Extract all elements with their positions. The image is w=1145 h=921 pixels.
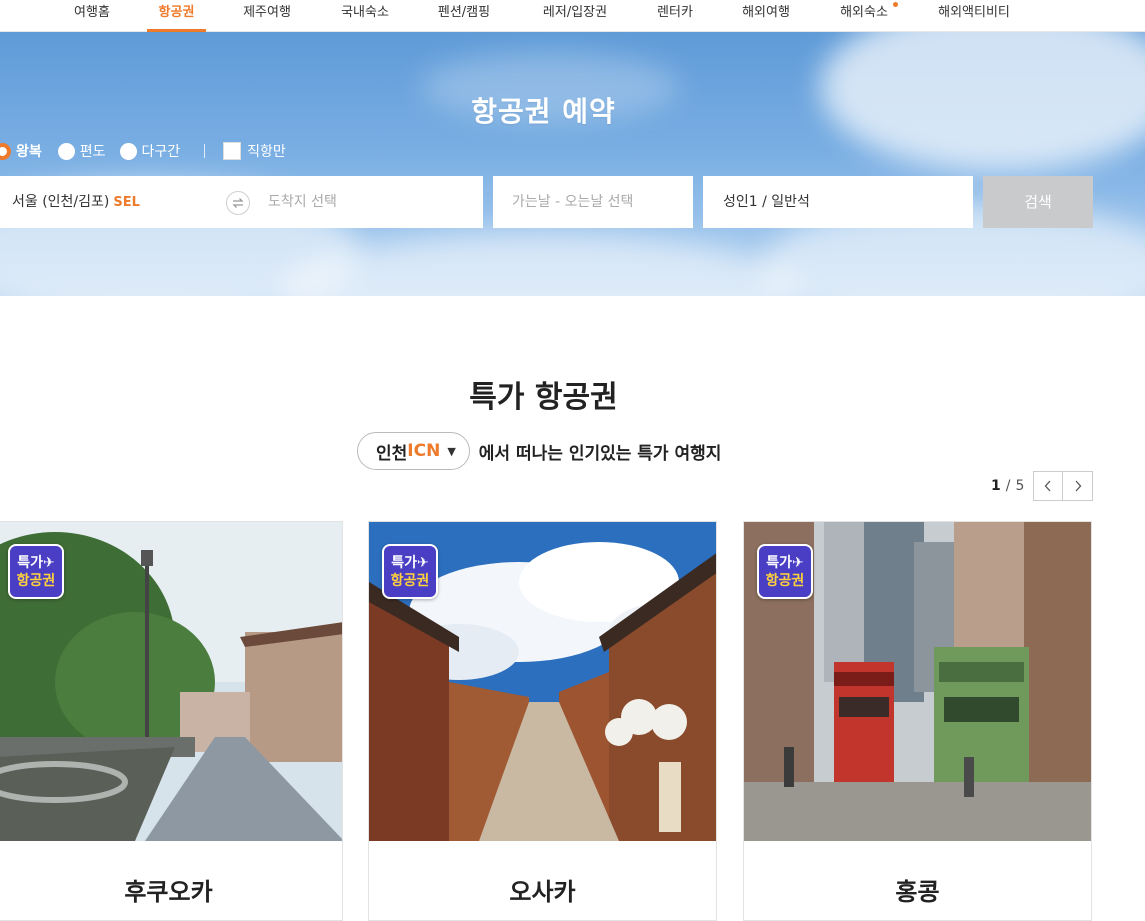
special-deal-badge: 특가✈ 항공권 — [382, 544, 438, 599]
pager-current: 1 — [991, 478, 1001, 494]
chevron-left-icon[interactable] — [1034, 472, 1064, 500]
destination-photo: 특가✈ 항공권 — [0, 522, 342, 841]
caret-down-icon: ▼ — [447, 444, 456, 458]
special-deal-badge: 특가✈ 항공권 — [757, 544, 813, 599]
trip-type-oneway-label: 편도 — [79, 144, 106, 160]
trip-type-oneway[interactable]: 편도 — [57, 141, 106, 161]
chevron-right-icon[interactable] — [1063, 472, 1092, 500]
destination-photo: 특가✈ 항공권 — [744, 522, 1091, 841]
pager-total: 5 — [1015, 478, 1025, 494]
deals-subtitle: 에서 떠나는 인기있는 특가 여행지 — [478, 443, 722, 464]
origin-field[interactable]: 서울 (인천/김포) SEL — [12, 194, 140, 210]
deals-title: 특가 항공권 — [469, 380, 618, 415]
badge-line2: 항공권 — [765, 573, 805, 589]
pager-arrows — [1033, 471, 1093, 501]
nav-item-travel-home[interactable]: 여행홈 — [66, 0, 118, 32]
nav-item-leisure-tickets[interactable]: 레저/입장권 — [537, 0, 613, 32]
pager-count: 1 / 5 — [991, 471, 1024, 501]
deal-card-fukuoka[interactable]: 특가✈ 항공권 후쿠오카 — [0, 521, 343, 921]
radio-icon — [57, 142, 75, 160]
passenger-field[interactable]: 성인1 / 일반석 — [703, 176, 973, 228]
checkbox-icon — [223, 142, 242, 160]
flight-search-hero: 항공권 예약 왕복 편도 다구간 직항만 서울 (인천/김포) SEL 도착지 선… — [0, 32, 1145, 296]
radio-selected-icon — [0, 142, 11, 160]
direct-only-checkbox[interactable]: 직항만 — [223, 141, 286, 161]
origin-code: SEL — [113, 195, 140, 210]
swap-icon[interactable] — [226, 191, 250, 215]
radio-icon — [119, 142, 137, 160]
page-title: 항공권 예약 — [471, 95, 616, 128]
pager-separator: / — [1005, 478, 1011, 494]
destination-field[interactable]: 도착지 선택 — [268, 176, 337, 228]
nav-item-pension-camping[interactable]: 펜션/캠핑 — [432, 0, 496, 32]
deal-card-hongkong[interactable]: 특가✈ 항공권 홍콩 — [743, 521, 1092, 921]
nav-item-overseas-travel[interactable]: 해외여행 — [737, 0, 795, 32]
origin-city: 서울 (인천/김포) — [12, 194, 110, 210]
trip-type-multi-label: 다구간 — [141, 144, 181, 160]
badge-line2: 항공권 — [16, 573, 56, 589]
destination-name: 후쿠오카 — [124, 878, 213, 906]
trip-type-options: 왕복 편도 다구간 직항만 — [0, 140, 300, 162]
destination-photo: 특가✈ 항공권 — [369, 522, 716, 841]
swap-arrows-icon — [232, 198, 244, 208]
destination-name: 오사카 — [509, 878, 576, 906]
deal-card-osaka[interactable]: 특가✈ 항공권 오사카 — [368, 521, 717, 921]
new-dot-icon — [893, 2, 898, 7]
trip-type-round-label: 왕복 — [16, 144, 42, 160]
top-nav: 여행홈 항공권 제주여행 국내숙소 펜션/캠핑 레저/입장권 렌터카 해외여행 … — [0, 0, 1145, 32]
nav-item-flights[interactable]: 항공권 — [147, 0, 206, 32]
nav-item-jeju[interactable]: 제주여행 — [238, 0, 296, 32]
origin-select-city: 인천 — [376, 443, 408, 464]
nav-item-overseas-stay[interactable]: 해외숙소 — [835, 0, 898, 32]
divider — [204, 144, 206, 158]
origin-select-button[interactable]: 인천 ICN ▼ — [357, 432, 470, 470]
nav-item-overseas-stay-label: 해외숙소 — [840, 5, 888, 20]
search-button[interactable]: 검색 — [983, 176, 1093, 228]
badge-line1: 특가✈ — [766, 555, 804, 571]
special-deal-badge: 특가✈ 항공권 — [8, 544, 64, 599]
trip-type-round[interactable]: 왕복 — [0, 141, 42, 161]
badge-line1: 특가✈ — [391, 555, 429, 571]
nav-item-rentacar[interactable]: 렌터카 — [652, 0, 698, 32]
badge-line2: 항공권 — [390, 573, 430, 589]
destination-name: 홍콩 — [895, 878, 940, 906]
origin-select-code: ICN — [407, 441, 441, 461]
date-field[interactable]: 가는날 - 오는날 선택 — [493, 176, 693, 228]
nav-item-overseas-activity[interactable]: 해외액티비티 — [932, 0, 1016, 32]
trip-type-multi[interactable]: 다구간 — [119, 141, 181, 161]
badge-line1: 특가✈ — [17, 555, 55, 571]
deals-origin-row: 인천 ICN ▼ 에서 떠나는 인기있는 특가 여행지 — [357, 432, 721, 470]
direct-only-label: 직항만 — [247, 144, 286, 160]
nav-item-domestic-stay[interactable]: 국내숙소 — [336, 0, 394, 32]
